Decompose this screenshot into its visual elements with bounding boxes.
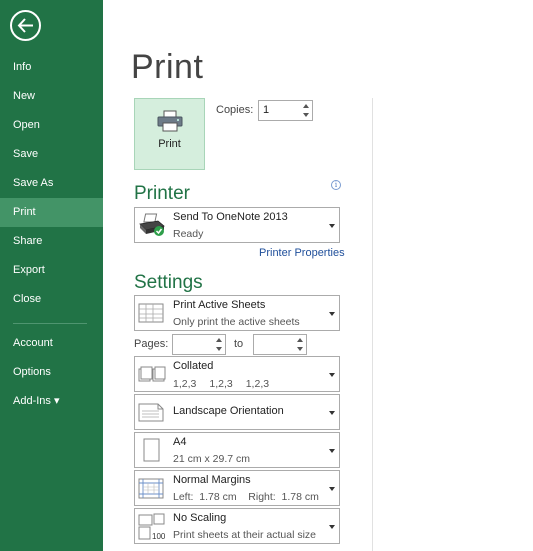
decrement-icon[interactable]	[302, 113, 309, 117]
margins-title: Normal Margins	[173, 474, 251, 486]
sidebar-item-info[interactable]: Info	[0, 53, 103, 82]
landscape-page-icon	[138, 403, 164, 422]
paper-size-subtitle: 21 cm x 29.7 cm	[173, 453, 251, 465]
to-label: to	[234, 338, 244, 350]
print-button-label: Print	[158, 138, 181, 150]
sidebar-item-close[interactable]: Close	[0, 285, 103, 314]
printer-device-icon	[139, 213, 165, 236]
copies-value: 1	[263, 104, 270, 116]
pages-from-field[interactable]	[172, 334, 226, 355]
collation-title: Collated	[173, 360, 214, 372]
margins-icon	[138, 478, 164, 499]
sidebar-item-new[interactable]: New	[0, 82, 103, 111]
collation-dropdown[interactable]: Collated 1,2,3 1,2,3 1,2,3	[134, 356, 340, 392]
printer-name: Send To OneNote 2013	[173, 211, 288, 223]
preview-divider	[372, 98, 373, 551]
sidebar-item-print[interactable]: Print	[0, 198, 103, 227]
paper-size-dropdown[interactable]: A4 21 cm x 29.7 cm	[134, 432, 340, 468]
sidebar-item-save-as[interactable]: Save As	[0, 169, 103, 198]
back-arrow-icon	[17, 18, 33, 33]
increment-icon[interactable]	[215, 338, 222, 342]
sidebar-item-add-ins[interactable]: Add-Ins ▾	[0, 387, 103, 416]
sheet-grid-icon	[138, 303, 164, 323]
portrait-page-icon	[143, 438, 160, 462]
chevron-down-icon	[329, 449, 335, 453]
back-button[interactable]	[10, 10, 41, 41]
increment-icon[interactable]	[302, 104, 309, 108]
decrement-icon[interactable]	[296, 347, 303, 351]
printer-heading: Printer	[134, 183, 190, 204]
sidebar-item-open[interactable]: Open	[0, 111, 103, 140]
sidebar-item-share[interactable]: Share	[0, 227, 103, 256]
info-icon[interactable]: i	[331, 180, 341, 190]
sidebar-item-options[interactable]: Options	[0, 358, 103, 387]
margins-dropdown[interactable]: Normal Margins Left: 1.78 cm Right: 1.78…	[134, 470, 340, 506]
paper-size-title: A4	[173, 436, 187, 448]
collation-order: 1,2,3 1,2,3 1,2,3	[173, 378, 282, 390]
sidebar-divider	[13, 323, 87, 324]
printer-icon	[157, 110, 182, 132]
sidebar-item-save[interactable]: Save	[0, 140, 103, 169]
chevron-down-icon	[329, 373, 335, 377]
chevron-down-icon	[329, 411, 335, 415]
collation-set-1: 1,2,3	[173, 378, 197, 390]
print-button[interactable]: Print	[134, 98, 205, 170]
settings-heading: Settings	[134, 272, 203, 293]
scaling-icon: 100	[138, 513, 166, 541]
printer-dropdown[interactable]: Send To OneNote 2013 Ready	[134, 207, 340, 243]
svg-text:100: 100	[152, 532, 166, 541]
sidebar-item-export[interactable]: Export	[0, 256, 103, 285]
chevron-down-icon	[329, 487, 335, 491]
chevron-down-icon	[329, 312, 335, 316]
sidebar-nav: Info New Open Save Save As Print Share E…	[0, 53, 103, 416]
copies-stepper[interactable]: 1	[258, 100, 313, 121]
backstage-sidebar: Info New Open Save Save As Print Share E…	[0, 0, 103, 551]
chevron-down-icon	[329, 525, 335, 529]
orientation-dropdown[interactable]: Landscape Orientation	[134, 394, 340, 430]
collation-set-3: 1,2,3	[245, 378, 270, 390]
collated-pages-icon	[138, 366, 166, 382]
scaling-subtitle: Print sheets at their actual size	[173, 529, 316, 541]
pages-to-field[interactable]	[253, 334, 307, 355]
chevron-down-icon	[329, 224, 335, 228]
printer-status: Ready	[173, 228, 204, 240]
collation-set-2: 1,2,3	[209, 378, 233, 390]
scaling-dropdown[interactable]: 100 No Scaling Print sheets at their act…	[134, 508, 340, 544]
orientation-title: Landscape Orientation	[173, 405, 284, 417]
printer-properties-link[interactable]: Printer Properties	[259, 247, 345, 259]
increment-icon[interactable]	[296, 338, 303, 342]
sidebar-item-account[interactable]: Account	[0, 329, 103, 358]
print-what-dropdown[interactable]: Print Active Sheets Only print the activ…	[134, 295, 340, 331]
page-title: Print	[131, 48, 204, 86]
copies-label: Copies:	[216, 104, 254, 116]
decrement-icon[interactable]	[215, 347, 222, 351]
margins-subtitle: Left: 1.78 cm Right: 1.78 cm	[173, 491, 319, 503]
scaling-title: No Scaling	[173, 512, 227, 524]
pages-label: Pages:	[134, 338, 169, 350]
print-what-title: Print Active Sheets	[173, 299, 266, 311]
print-what-subtitle: Only print the active sheets	[173, 316, 300, 328]
